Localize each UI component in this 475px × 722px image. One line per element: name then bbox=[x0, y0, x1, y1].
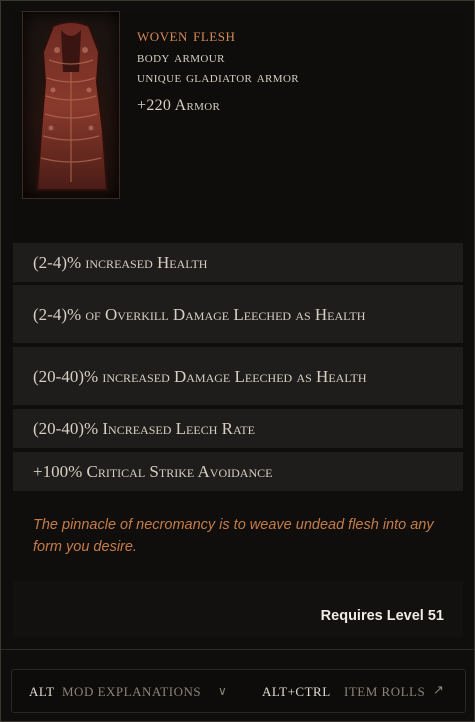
item-base-type: Unique Gladiator Armor bbox=[137, 69, 300, 86]
item-slot: Body Armour bbox=[137, 49, 225, 66]
mod-explanations-toggle[interactable]: MOD EXPLANATIONS bbox=[62, 684, 201, 700]
lore-text: The pinnacle of necromancy is to weave u… bbox=[33, 517, 434, 555]
level-requirement: Requires Level 51 bbox=[320, 608, 444, 624]
flesh-armor-icon bbox=[22, 11, 120, 199]
item-tooltip: Woven Flesh Body Armour Unique Gladiator… bbox=[0, 0, 475, 722]
implicit-armor: +220 Armor bbox=[137, 97, 221, 114]
affix-row: (20-40)% increased Damage Leeched as Hea… bbox=[13, 347, 463, 405]
divider bbox=[1, 649, 474, 650]
item-name: Woven Flesh bbox=[137, 25, 236, 46]
item-rolls-toggle[interactable]: ITEM ROLLS bbox=[344, 684, 425, 700]
chevron-down-icon: ∨ bbox=[218, 684, 227, 698]
alt-key-hint: ALT bbox=[29, 684, 55, 699]
affix-row: (2-4)% of Overkill Damage Leeched as Hea… bbox=[13, 285, 463, 343]
affix-row: (20-40)% Increased Leech Rate bbox=[13, 409, 463, 448]
arrow-up-right-icon: ↗ bbox=[433, 682, 444, 697]
affix-row: +100% Critical Strike Avoidance bbox=[13, 452, 463, 491]
affix-row: (2-4)% increased Health bbox=[13, 243, 463, 282]
alt-ctrl-key-hint: ALT+CTRL bbox=[262, 684, 331, 699]
tooltip-footer: ALT MOD EXPLANATIONS ∨ ALT+CTRL ITEM ROL… bbox=[11, 669, 466, 713]
